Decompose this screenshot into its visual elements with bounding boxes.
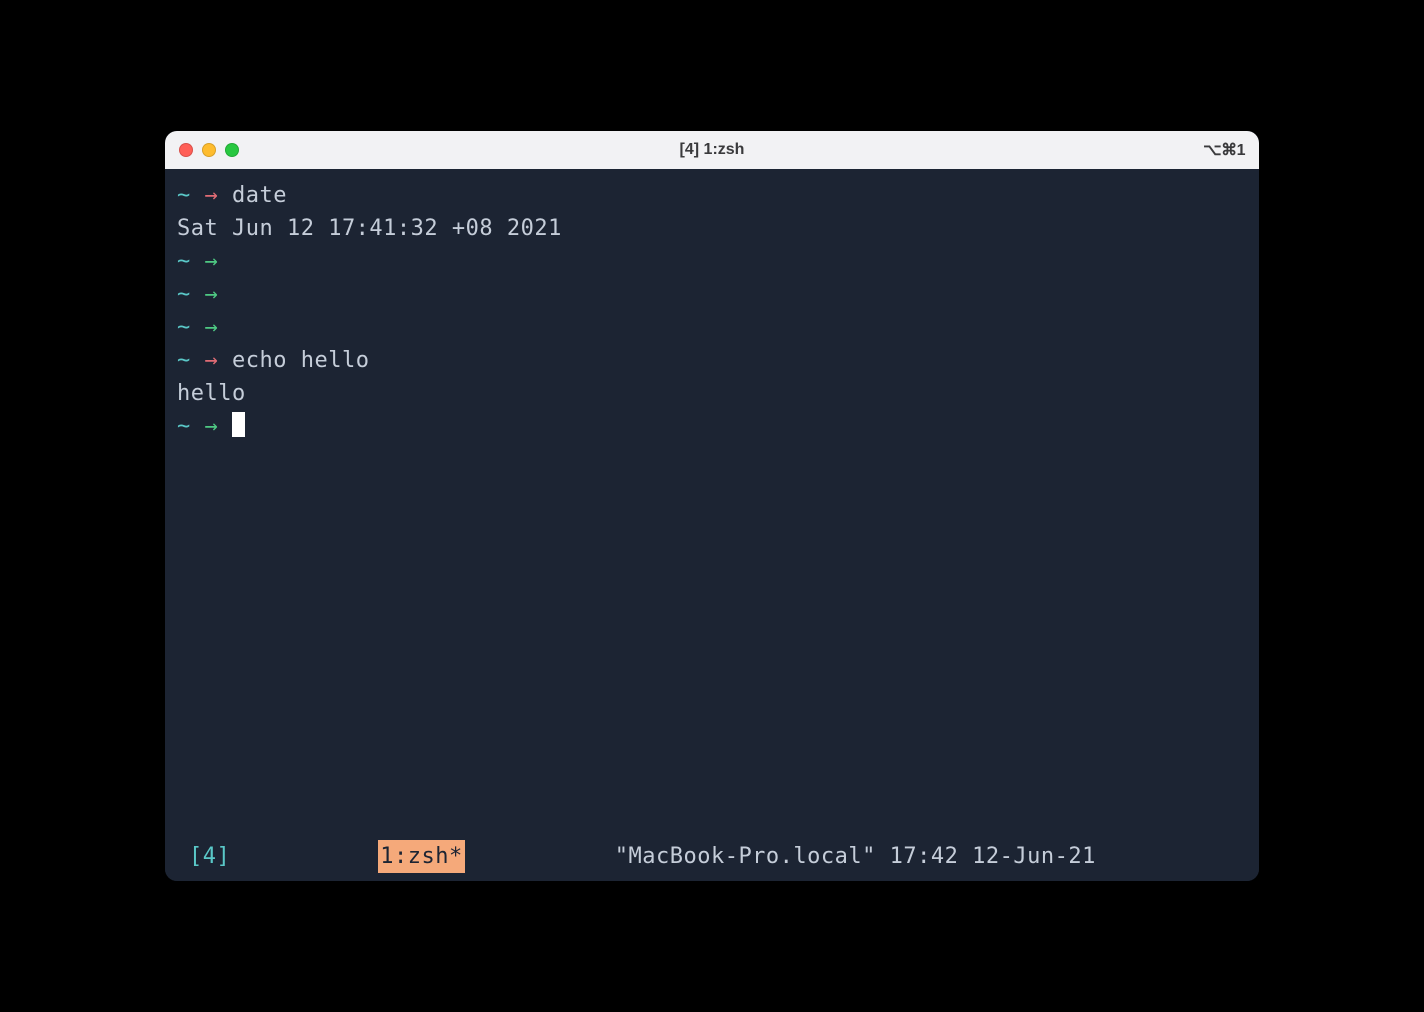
prompt-path: ~ <box>177 249 191 274</box>
tmux-status-bar: [4] 1:zsh* "MacBook-Pro.local" 17:42 12-Ju… <box>177 840 1247 881</box>
prompt-path: ~ <box>177 315 191 340</box>
prompt-path: ~ <box>177 282 191 307</box>
command-text: date <box>232 183 287 208</box>
status-session: [4] <box>189 840 230 873</box>
prompt-arrow-icon: → <box>205 315 219 340</box>
prompt-line: ~ → <box>177 245 1247 278</box>
close-button[interactable] <box>179 143 193 157</box>
output-line: hello <box>177 377 1247 410</box>
output-line: Sat Jun 12 17:41:32 +08 2021 <box>177 212 1247 245</box>
prompt-arrow-icon: → <box>205 414 219 439</box>
prompt-arrow-icon: → <box>205 282 219 307</box>
titlebar-shortcut: ⌥⌘1 <box>1203 140 1245 160</box>
output-text: Sat Jun 12 17:41:32 +08 2021 <box>177 216 562 241</box>
prompt-path: ~ <box>177 414 191 439</box>
titlebar[interactable]: [4] 1:zsh ⌥⌘1 <box>165 131 1259 169</box>
terminal-window: [4] 1:zsh ⌥⌘1 ~ → date Sat Jun 12 17:41:3… <box>165 131 1259 881</box>
prompt-path: ~ <box>177 183 191 208</box>
terminal-body[interactable]: ~ → date Sat Jun 12 17:41:32 +08 2021 ~ → … <box>165 169 1259 881</box>
prompt-arrow-icon: → <box>205 348 219 373</box>
status-host: "MacBook-Pro.local" 17:42 12-Jun-21 <box>615 840 1096 873</box>
cursor <box>232 412 245 437</box>
window-title: [4] 1:zsh <box>680 141 745 159</box>
output-text: hello <box>177 381 246 406</box>
prompt-line: ~ → <box>177 311 1247 344</box>
minimize-button[interactable] <box>202 143 216 157</box>
traffic-lights <box>179 143 239 157</box>
command-text: echo hello <box>232 348 369 373</box>
prompt-arrow-icon: → <box>205 249 219 274</box>
status-window[interactable]: 1:zsh* <box>378 840 464 873</box>
prompt-line: ~ → <box>177 410 1247 443</box>
prompt-path: ~ <box>177 348 191 373</box>
prompt-line: ~ → date <box>177 179 1247 212</box>
maximize-button[interactable] <box>225 143 239 157</box>
prompt-line: ~ → echo hello <box>177 344 1247 377</box>
prompt-line: ~ → <box>177 278 1247 311</box>
prompt-arrow-icon: → <box>205 183 219 208</box>
terminal-content[interactable]: ~ → date Sat Jun 12 17:41:32 +08 2021 ~ → … <box>177 179 1247 840</box>
